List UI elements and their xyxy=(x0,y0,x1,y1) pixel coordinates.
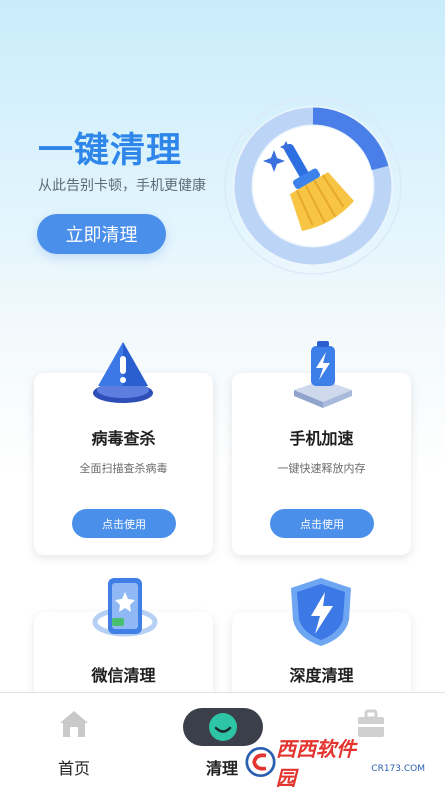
warning-shield-icon xyxy=(88,338,158,412)
card-title: 深度清理 xyxy=(289,666,354,685)
watermark-domain: CR173.COM xyxy=(371,764,425,774)
hero-title: 一键清理 xyxy=(38,131,183,171)
hero-subtitle: 从此告别卡顿，手机更健康 xyxy=(38,178,206,194)
battery-boost-icon xyxy=(288,336,358,412)
card-title: 病毒查杀 xyxy=(91,429,156,448)
nav-clean[interactable]: 清理 xyxy=(200,755,244,779)
lightning-shield-icon xyxy=(287,576,355,652)
card-desc: 全面扫描查杀病毒 xyxy=(79,462,168,475)
watermark-text: 西西软件园 xyxy=(276,737,357,790)
card-title: 微信清理 xyxy=(91,666,156,685)
cleaner-page: 一键清理 从此告别卡顿，手机更健康 立即清理 病毒查杀 全面扫描查杀病毒 点击使… xyxy=(0,0,445,791)
nav-home[interactable]: 首页 xyxy=(52,709,96,779)
broom-ring-icon[interactable] xyxy=(222,95,404,277)
card-desc: 一键快速释放内存 xyxy=(277,462,366,475)
nav-clean-active-pill[interactable] xyxy=(183,708,263,746)
phone-chat-icon xyxy=(90,574,160,650)
card-title: 手机加速 xyxy=(289,429,354,448)
nav-home-label: 首页 xyxy=(57,759,90,778)
nav-clean-label: 清理 xyxy=(205,759,238,778)
use-button[interactable]: 点击使用 xyxy=(270,509,374,538)
site-watermark: 西西软件园 CR173.COM xyxy=(245,737,425,790)
use-button[interactable]: 点击使用 xyxy=(72,509,176,538)
home-icon xyxy=(52,709,96,741)
clean-now-button[interactable]: 立即清理 xyxy=(37,214,166,254)
smile-face-icon xyxy=(209,713,237,741)
watermark-logo-icon xyxy=(245,746,276,778)
